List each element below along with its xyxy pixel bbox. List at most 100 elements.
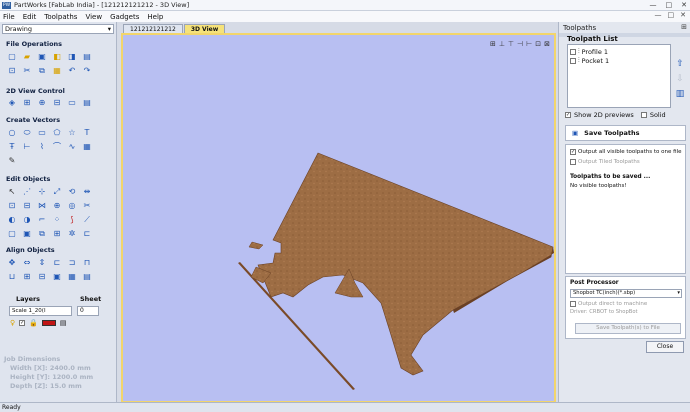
close-vector-icon[interactable]: ▢ (6, 228, 18, 240)
select-icon[interactable]: ↖ (6, 186, 18, 198)
post-processor-select[interactable]: Shopbot TC(inch)(*.sbp) ▾ (570, 289, 682, 298)
align-center-icon[interactable]: ✥ (6, 257, 18, 269)
group-icon[interactable]: ⊡ (6, 200, 18, 212)
move-up-icon[interactable]: ⇧ (675, 58, 685, 70)
zoom-extents-icon[interactable]: ◈ (6, 97, 18, 109)
menu-file[interactable]: File (3, 13, 15, 21)
doc-minimize-button[interactable]: — (655, 11, 662, 19)
pen-icon[interactable]: ✎ (6, 155, 18, 167)
array-icon[interactable]: ⁘ (51, 214, 63, 226)
node-edit-icon[interactable]: ⋰ (21, 186, 33, 198)
layer-color-swatch[interactable] (41, 320, 56, 326)
maximize-button[interactable]: □ (666, 1, 673, 9)
doc-close-button[interactable]: ✕ (680, 11, 686, 19)
merge-icon[interactable]: ⊞ (51, 228, 63, 240)
align-right-icon[interactable]: ⊐ (66, 257, 78, 269)
subtract-icon[interactable]: ◐ (6, 214, 18, 226)
distribute-h-icon[interactable]: ⊞ (21, 271, 33, 283)
export-icon[interactable]: ◨ (66, 51, 78, 63)
iso-view-icon[interactable]: ⊞ (490, 40, 496, 48)
move-down-icon[interactable]: ⇩ (675, 73, 685, 85)
output-tiled-checkbox[interactable] (570, 159, 576, 165)
redo-icon[interactable]: ↷ (81, 65, 93, 77)
undo-icon[interactable]: ↶ (66, 65, 78, 77)
toolpath-checkbox[interactable] (570, 48, 576, 55)
output-all-checkbox[interactable]: ✓ (570, 149, 576, 155)
align-page-icon[interactable]: ▣ (51, 271, 63, 283)
side-view-icon[interactable]: ⊠ (544, 40, 550, 48)
open-folder-icon[interactable]: ▰ (21, 51, 33, 63)
panel-mode-select[interactable]: Drawing ▾ (2, 24, 114, 34)
smooth-curve-icon[interactable]: ⟆ (66, 214, 78, 226)
menu-help[interactable]: Help (147, 13, 163, 21)
sheet-select[interactable]: 0 (77, 306, 99, 316)
align-center-v-icon[interactable]: ⇕ (36, 257, 48, 269)
circle-icon[interactable]: ○ (6, 127, 18, 139)
close-button[interactable]: Close (646, 341, 684, 353)
tab-2d-view[interactable]: 121212121212 (123, 24, 183, 33)
table-icon[interactable]: ▦ (81, 141, 93, 153)
rotate-icon[interactable]: ⟲ (66, 186, 78, 198)
arc-icon[interactable]: ⌒ (51, 141, 63, 153)
zoom-box-icon[interactable]: ⊞ (21, 97, 33, 109)
mirror-icon[interactable]: ⇹ (81, 186, 93, 198)
curve-icon[interactable]: ∿ (66, 141, 78, 153)
lightbulb-icon[interactable]: ♀ (10, 319, 15, 327)
join-icon[interactable]: ⋈ (36, 200, 48, 212)
save-to-file-button[interactable]: Save Toolpath(s) to File (575, 323, 681, 334)
close-window-button[interactable]: ✕ (681, 1, 687, 9)
z-axis-view-icon[interactable]: ⊣ (517, 40, 523, 48)
show-2d-previews-checkbox[interactable]: ✓ (565, 112, 571, 118)
menu-toolpaths[interactable]: Toolpaths (44, 13, 77, 21)
doc-restore-button[interactable]: □ (668, 11, 675, 19)
fillet-icon[interactable]: ⌐ (36, 214, 48, 226)
cut-icon[interactable]: ✂ (21, 65, 33, 77)
layer-menu-icon[interactable]: ▤ (60, 319, 67, 327)
tab-3d-view[interactable]: 3D View (183, 24, 226, 33)
import-icon[interactable]: ◧ (51, 51, 63, 63)
print-icon[interactable]: ▤ (81, 51, 93, 63)
copy-icon[interactable]: ⧉ (36, 65, 48, 77)
zoom-out-icon[interactable]: ⊟ (51, 97, 63, 109)
align-sheet-icon[interactable]: ▤ (81, 271, 93, 283)
y-axis-view-icon[interactable]: ⊤ (508, 40, 514, 48)
minimize-button[interactable]: — (650, 1, 657, 9)
zoom-in-icon[interactable]: ⊕ (36, 97, 48, 109)
top-view-icon[interactable]: ⊢ (526, 40, 532, 48)
ungroup-icon[interactable]: ⊟ (21, 200, 33, 212)
transform-icon[interactable]: ⊹ (36, 186, 48, 198)
offset-icon[interactable]: ◎ (66, 200, 78, 212)
align-top-icon[interactable]: ⊓ (81, 257, 93, 269)
paste-icon[interactable]: ▦ (51, 65, 63, 77)
menu-view[interactable]: View (85, 13, 102, 21)
align-center-h-icon[interactable]: ⇔ (21, 257, 33, 269)
intersect-icon[interactable]: ◑ (21, 214, 33, 226)
x-axis-view-icon[interactable]: ⊥ (499, 40, 505, 48)
weld-icon[interactable]: ⊕ (51, 200, 63, 212)
extend-icon[interactable]: ⟋ (81, 214, 93, 226)
lock-icon[interactable]: 🔒 (29, 319, 38, 327)
block-copy-icon[interactable]: ⧉ (36, 228, 48, 240)
output-to-machine-checkbox[interactable] (570, 301, 576, 307)
polygon-icon[interactable]: ⬠ (51, 127, 63, 139)
circular-copy-icon[interactable]: ✲ (66, 228, 78, 240)
toolpath-item[interactable]: ⫶ Pocket 1 (570, 56, 668, 65)
new-file-icon[interactable]: ▢ (6, 51, 18, 63)
save-icon[interactable]: ▣ (36, 51, 48, 63)
distribute-v-icon[interactable]: ⊟ (36, 271, 48, 283)
dimension-icon[interactable]: ⊢ (21, 141, 33, 153)
text-on-curve-icon[interactable]: Ŧ (6, 141, 18, 153)
solid-checkbox[interactable] (640, 112, 647, 118)
align-left-icon[interactable]: ⊏ (51, 257, 63, 269)
text-icon[interactable]: T (81, 127, 93, 139)
trim-icon[interactable]: ✂ (81, 200, 93, 212)
bottom-view-icon[interactable]: ⊡ (535, 40, 541, 48)
delete-toolpath-icon[interactable]: ▥ (675, 88, 685, 100)
import-bitmap-icon[interactable]: ⊡ (6, 65, 18, 77)
ellipse-icon[interactable]: ⬭ (21, 127, 33, 139)
pin-icon[interactable]: ⊞ (681, 23, 687, 31)
zoom-selection-icon[interactable]: ▭ (66, 97, 78, 109)
menu-gadgets[interactable]: Gadgets (110, 13, 139, 21)
toolpath-checkbox[interactable] (570, 57, 576, 64)
rectangle-icon[interactable]: ▭ (36, 127, 48, 139)
